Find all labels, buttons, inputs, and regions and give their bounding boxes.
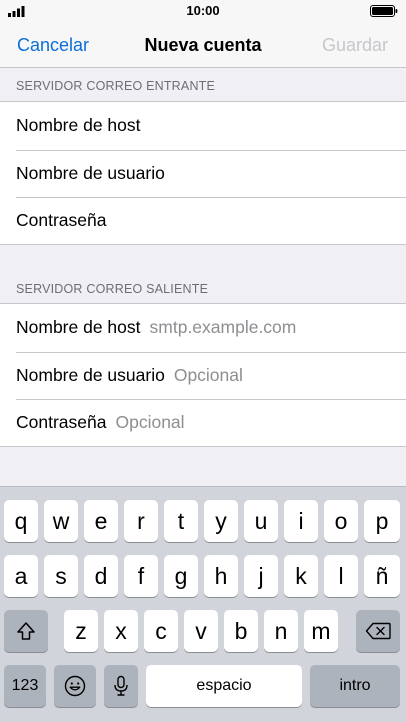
key-f[interactable]: f — [124, 555, 158, 597]
key-t[interactable]: t — [164, 500, 198, 542]
key-q[interactable]: q — [4, 500, 38, 542]
status-bar: 10:00 — [0, 0, 406, 22]
shift-icon — [17, 622, 35, 640]
microphone-icon — [114, 675, 128, 696]
incoming-host-field[interactable]: Nombre de host — [0, 102, 406, 150]
navigation-bar: Cancelar Nueva cuenta Guardar — [0, 22, 406, 68]
keyboard: q w e r t y u i o p a s d f g h j k l ñ … — [0, 486, 406, 722]
outgoing-password-value[interactable]: Opcional — [115, 412, 184, 433]
return-key[interactable]: intro — [310, 665, 400, 707]
key-o[interactable]: o — [324, 500, 358, 542]
key-k[interactable]: k — [284, 555, 318, 597]
dictation-key[interactable] — [104, 665, 138, 707]
outgoing-server-header: SERVIDOR CORREO SALIENTE — [16, 282, 209, 296]
incoming-username-field[interactable]: Nombre de usuario — [0, 149, 406, 198]
outgoing-username-field[interactable]: Nombre de usuario Opcional — [0, 351, 406, 400]
key-v[interactable]: v — [184, 610, 218, 652]
outgoing-host-field[interactable]: Nombre de host smtp.example.com — [0, 304, 406, 352]
key-n-tilde[interactable]: ñ — [364, 555, 400, 597]
incoming-password-label: Contraseña — [16, 210, 107, 231]
save-button[interactable]: Guardar — [322, 35, 388, 56]
outgoing-host-label: Nombre de host — [16, 317, 141, 338]
outgoing-server-group: Nombre de host smtp.example.com Nombre d… — [0, 303, 406, 447]
key-e[interactable]: e — [84, 500, 118, 542]
incoming-server-group: Nombre de host Nombre de usuario Contras… — [0, 101, 406, 245]
delete-key[interactable] — [356, 610, 400, 652]
key-a[interactable]: a — [4, 555, 38, 597]
key-d[interactable]: d — [84, 555, 118, 597]
shift-key[interactable] — [4, 610, 48, 652]
status-time: 10:00 — [186, 3, 220, 18]
incoming-username-label: Nombre de usuario — [16, 162, 165, 183]
key-c[interactable]: c — [144, 610, 178, 652]
outgoing-password-label: Contraseña — [16, 412, 107, 433]
key-p[interactable]: p — [364, 500, 400, 542]
key-w[interactable]: w — [44, 500, 78, 542]
key-u[interactable]: u — [244, 500, 278, 542]
key-n[interactable]: n — [264, 610, 298, 652]
outgoing-username-label: Nombre de usuario — [16, 364, 165, 385]
key-l[interactable]: l — [324, 555, 358, 597]
incoming-host-label: Nombre de host — [16, 115, 141, 136]
key-x[interactable]: x — [104, 610, 138, 652]
backspace-icon — [365, 622, 391, 640]
key-r[interactable]: r — [124, 500, 158, 542]
incoming-server-header: SERVIDOR CORREO ENTRANTE — [16, 79, 216, 93]
key-s[interactable]: s — [44, 555, 78, 597]
key-g[interactable]: g — [164, 555, 198, 597]
cancel-button[interactable]: Cancelar — [17, 35, 89, 56]
emoji-key[interactable] — [54, 665, 96, 707]
key-i[interactable]: i — [284, 500, 318, 542]
outgoing-password-field[interactable]: Contraseña Opcional — [0, 399, 406, 447]
space-key[interactable]: espacio — [146, 665, 302, 707]
emoji-icon — [64, 675, 86, 697]
battery-icon — [370, 5, 398, 17]
key-z[interactable]: z — [64, 610, 98, 652]
key-h[interactable]: h — [204, 555, 238, 597]
incoming-password-field[interactable]: Contraseña — [0, 197, 406, 245]
outgoing-username-value[interactable]: Opcional — [174, 365, 243, 386]
key-b[interactable]: b — [224, 610, 258, 652]
key-j[interactable]: j — [244, 555, 278, 597]
outgoing-host-value[interactable]: smtp.example.com — [150, 317, 297, 338]
key-m[interactable]: m — [304, 610, 338, 652]
numbers-key[interactable]: 123 — [4, 665, 46, 707]
key-y[interactable]: y — [204, 500, 238, 542]
